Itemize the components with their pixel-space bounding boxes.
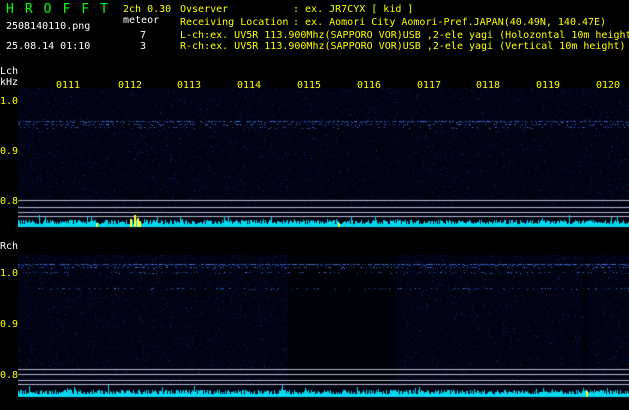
rch-config: R-ch:ex. UV5R 113.900Mhz(SAPPORO VOR)USB…: [180, 41, 626, 52]
location-label: Receiving Location: [180, 17, 289, 28]
observer-label: Ovserver: [180, 4, 229, 15]
khz-unit-label: kHz: [0, 77, 19, 88]
app-brand: HROFFT: [6, 2, 119, 17]
rch-freq-0-9: 0.9: [0, 319, 19, 330]
timestamp-label: 25.08.14 01:10: [6, 41, 91, 52]
rch-freq-1-0: 1.0: [0, 268, 19, 279]
lch-label: Lch: [0, 66, 19, 77]
lch-freq-0-9: 0.9: [0, 146, 19, 157]
meteor-count-lch: 7: [140, 30, 147, 41]
version-label: 2ch 0.30: [123, 4, 172, 15]
filename-label: 2508140110.png: [6, 21, 91, 32]
meteor-count-rch: 3: [140, 41, 147, 52]
lch-freq-1-0: 1.0: [0, 96, 19, 107]
rch-freq-0-8: 0.8: [0, 370, 19, 381]
observer-value: : ex. JR7CYX [ kid ]: [293, 4, 414, 15]
lch-config: L-ch:ex. UV5R 113.900Mhz(SAPPORO VOR)USB…: [180, 30, 629, 41]
lch-spectrogram: [18, 88, 629, 228]
location-value: : ex. Aomori City Aomori-Pref.JAPAN(40.4…: [293, 17, 607, 28]
lch-freq-0-8: 0.8: [0, 196, 19, 207]
rch-label: Rch: [0, 241, 19, 252]
meteor-label: meteor: [123, 15, 160, 26]
rch-spectrogram: [18, 255, 629, 398]
